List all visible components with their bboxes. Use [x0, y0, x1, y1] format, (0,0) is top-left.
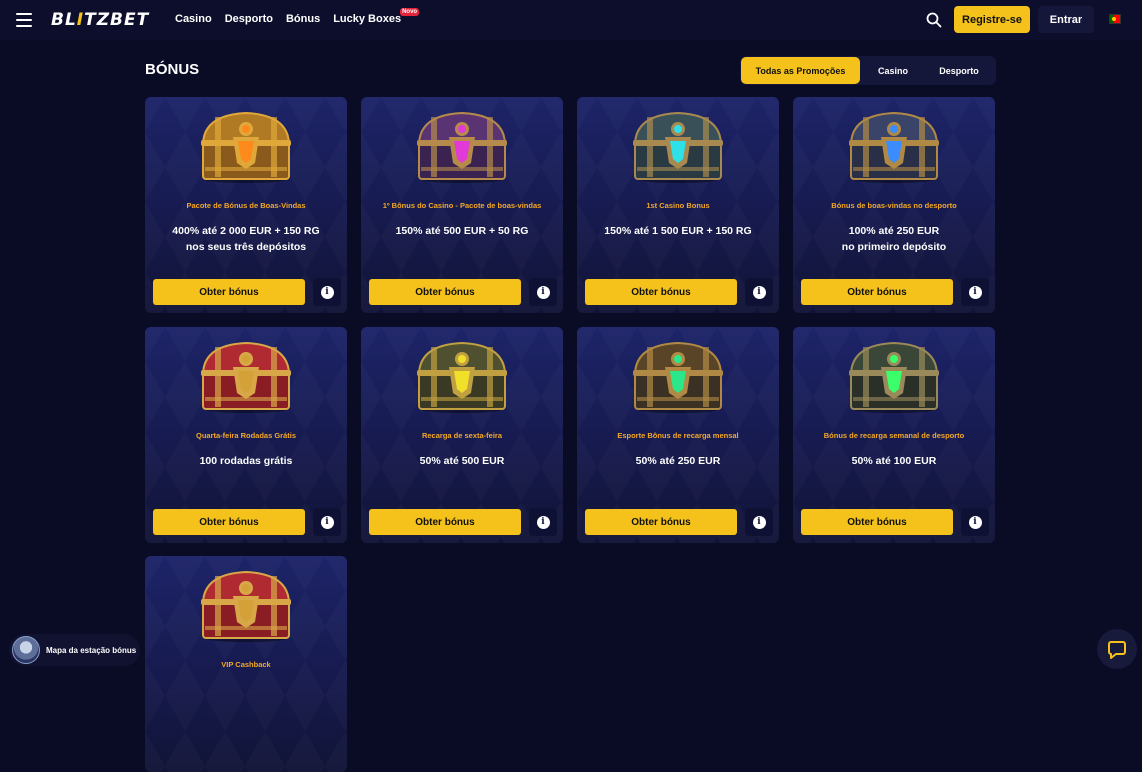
- card-title-line-1: 50% até 500 EUR: [419, 455, 505, 467]
- get-bonus-button[interactable]: Obter bónus: [369, 509, 521, 535]
- info-button[interactable]: i: [529, 508, 557, 536]
- nav-casino[interactable]: Casino: [175, 13, 212, 25]
- treasure-chest-icon: [195, 337, 297, 415]
- bonus-card[interactable]: VIP Cashback: [145, 556, 347, 772]
- card-subtitle: Bónus de boas-vindas no desporto: [831, 201, 957, 210]
- card-subtitle: Recarga de sexta-feira: [421, 431, 503, 440]
- logo-text-prefix: BL: [51, 10, 77, 30]
- card-subtitle: Pacote de Bónus de Boas-Vindas: [186, 201, 306, 210]
- get-bonus-button[interactable]: Obter bónus: [585, 279, 737, 305]
- treasure-chest-icon: [195, 107, 297, 185]
- card-subtitle: 1º Bônus do Casino - Pacote de boas-vind…: [382, 201, 542, 210]
- card-title: 400% até 2 000 EUR + 150 RG nos seus três…: [155, 223, 337, 255]
- bonus-card[interactable]: 1º Bônus do Casino - Pacote de boas-vind…: [361, 97, 563, 313]
- card-title-line-1: 150% até 1 500 EUR + 150 RG: [604, 225, 752, 237]
- bonus-card[interactable]: Esporte Bônus de recarga mensal 50% até 2…: [577, 327, 779, 543]
- bonus-card[interactable]: Quarta-feira Rodadas Grátis 100 rodadas g…: [145, 327, 347, 543]
- card-title: 50% até 500 EUR: [371, 453, 553, 469]
- card-title-line-1: 150% até 500 EUR + 50 RG: [395, 225, 529, 237]
- map-label: Mapa da estação bónus: [46, 645, 137, 655]
- card-title-line-2: nos seus três depósitos: [185, 241, 307, 253]
- card-title: 100 rodadas grátis: [155, 453, 337, 469]
- bonus-card[interactable]: Bónus de recarga semanal de desporto 50% …: [793, 327, 995, 543]
- get-bonus-button[interactable]: Obter bónus: [153, 509, 305, 535]
- info-button[interactable]: i: [745, 278, 773, 306]
- bonus-card[interactable]: Recarga de sexta-feira 50% até 500 EUR Obt…: [361, 327, 563, 543]
- station-avatar: [12, 636, 40, 664]
- main-nav: Casino Desporto Bónus Lucky Boxes Novo: [175, 8, 420, 25]
- treasure-chest-icon: [195, 566, 297, 644]
- card-title-line-1: 100 rodadas grátis: [199, 455, 293, 467]
- treasure-chest-icon: [411, 107, 513, 185]
- tab-casino[interactable]: Casino: [860, 57, 926, 84]
- promo-filter-tabs: Todas as Promoções Casino Desporto: [740, 56, 996, 85]
- bonus-card[interactable]: Bónus de boas-vindas no desporto 100% até…: [793, 97, 995, 313]
- card-title: 50% até 100 EUR: [803, 453, 985, 469]
- card-title-line-1: 100% até 250 EUR: [848, 225, 940, 237]
- nav-lucky-boxes[interactable]: Lucky Boxes Novo: [333, 8, 420, 25]
- card-title-line-1: 400% até 2 000 EUR + 150 RG: [172, 225, 320, 237]
- get-bonus-button[interactable]: Obter bónus: [585, 509, 737, 535]
- logo[interactable]: BLITZBET: [51, 10, 149, 30]
- info-icon: i: [968, 515, 982, 529]
- card-title: 150% até 1 500 EUR + 150 RG: [587, 223, 769, 239]
- info-button[interactable]: i: [961, 508, 989, 536]
- info-button[interactable]: i: [529, 278, 557, 306]
- info-button[interactable]: i: [313, 278, 341, 306]
- info-button[interactable]: i: [313, 508, 341, 536]
- menu-icon[interactable]: [16, 13, 32, 27]
- info-icon: i: [752, 285, 766, 299]
- card-title: 150% até 500 EUR + 50 RG: [371, 223, 553, 239]
- treasure-chest-icon: [843, 337, 945, 415]
- card-subtitle: Esporte Bônus de recarga mensal: [617, 431, 739, 440]
- tab-desporto[interactable]: Desporto: [926, 57, 992, 84]
- card-subtitle: VIP Cashback: [221, 660, 271, 669]
- portugal-flag-icon[interactable]: [1109, 14, 1121, 24]
- card-title-line-2: no primeiro depósito: [841, 241, 947, 253]
- info-icon: i: [320, 515, 334, 529]
- card-title-line-1: 50% até 100 EUR: [851, 455, 937, 467]
- treasure-chest-icon: [627, 337, 729, 415]
- nav-bonus[interactable]: Bónus: [286, 13, 320, 25]
- page-title: BÓNUS: [145, 61, 200, 78]
- new-badge: Novo: [400, 8, 420, 16]
- info-button[interactable]: i: [745, 508, 773, 536]
- get-bonus-button[interactable]: Obter bónus: [369, 279, 521, 305]
- get-bonus-button[interactable]: Obter bónus: [801, 279, 953, 305]
- info-icon: i: [752, 515, 766, 529]
- bonus-card[interactable]: Pacote de Bónus de Boas-Vindas 400% até 2…: [145, 97, 347, 313]
- search-icon[interactable]: [926, 12, 942, 28]
- treasure-chest-icon: [627, 107, 729, 185]
- card-subtitle: Quarta-feira Rodadas Grátis: [195, 431, 297, 440]
- logo-text-suffix: TZBET: [84, 10, 150, 30]
- card-title-line-1: 50% até 250 EUR: [635, 455, 721, 467]
- card-title: 100% até 250 EUR no primeiro depósito: [803, 223, 985, 255]
- login-button[interactable]: Entrar: [1038, 6, 1094, 33]
- nav-desporto[interactable]: Desporto: [225, 13, 273, 25]
- info-icon: i: [536, 285, 550, 299]
- register-button[interactable]: Registre-se: [954, 6, 1030, 33]
- info-icon: i: [968, 285, 982, 299]
- treasure-chest-icon: [843, 107, 945, 185]
- bonus-card[interactable]: 1st Casino Bonus 150% até 1 500 EUR + 150…: [577, 97, 779, 313]
- nav-lucky-boxes-label: Lucky Boxes: [333, 13, 402, 25]
- tab-all-promotions[interactable]: Todas as Promoções: [741, 57, 860, 84]
- get-bonus-button[interactable]: Obter bónus: [801, 509, 953, 535]
- treasure-chest-icon: [411, 337, 513, 415]
- info-button[interactable]: i: [961, 278, 989, 306]
- card-subtitle: 1st Casino Bonus: [646, 201, 710, 210]
- chat-icon[interactable]: [1097, 629, 1137, 669]
- card-subtitle: Bónus de recarga semanal de desporto: [823, 431, 965, 440]
- top-bar: BLITZBET Casino Desporto Bónus Lucky Box…: [0, 0, 1142, 40]
- card-title: 50% até 250 EUR: [587, 453, 769, 469]
- get-bonus-button[interactable]: Obter bónus: [153, 279, 305, 305]
- bonus-station-map-button[interactable]: Mapa da estação bónus: [9, 634, 140, 666]
- info-icon: i: [536, 515, 550, 529]
- info-icon: i: [320, 285, 334, 299]
